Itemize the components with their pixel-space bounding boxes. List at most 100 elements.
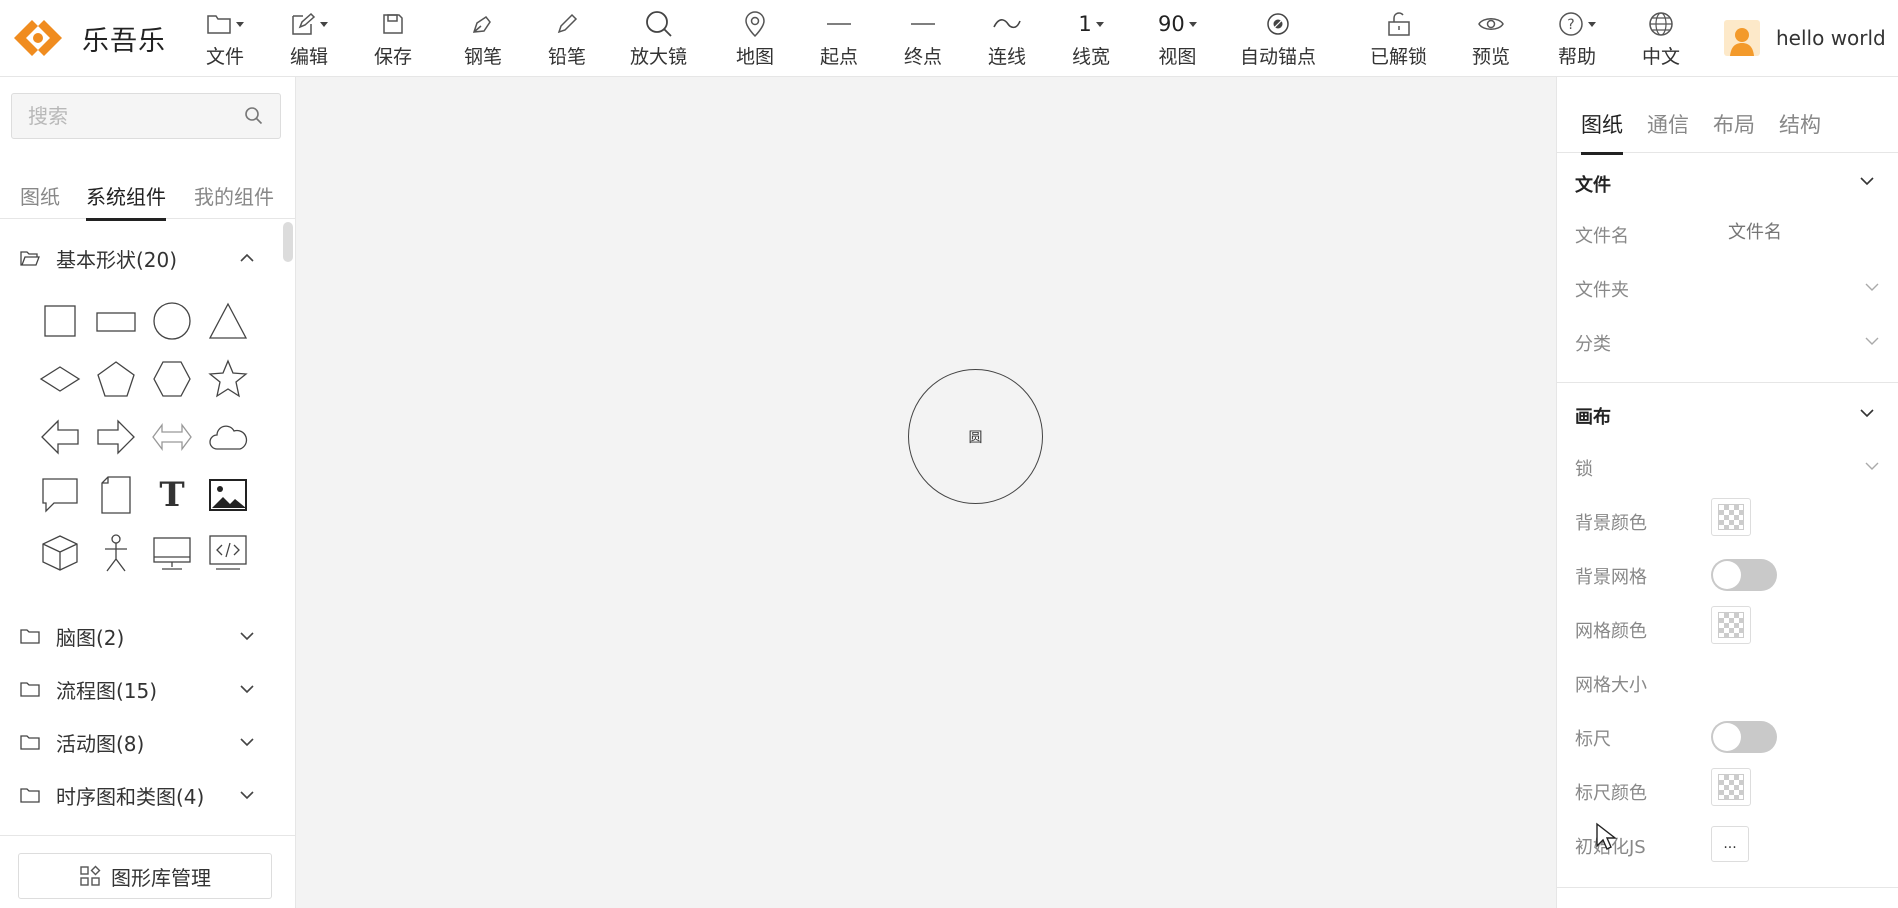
text-shape[interactable]: T <box>150 473 194 517</box>
pencil-label: 铅笔 <box>548 46 587 68</box>
magnifier-tool[interactable]: 放大镜 <box>630 10 687 69</box>
help-menu[interactable]: ? 帮助 <box>1558 10 1596 69</box>
bg-color-picker[interactable] <box>1711 498 1751 536</box>
language-menu[interactable]: 中文 <box>1642 10 1680 69</box>
rectangle-shape[interactable] <box>94 299 138 343</box>
file-shape[interactable] <box>94 473 138 517</box>
folder-select-chevron-icon[interactable] <box>1864 279 1880 295</box>
app-logo[interactable]: 乐吾乐 <box>8 12 166 64</box>
diamond-shape[interactable] <box>38 357 82 401</box>
category-flowchart[interactable]: 流程图(15) <box>20 674 270 704</box>
cube-shape[interactable] <box>38 531 82 575</box>
right-tabs: 图纸 通信 布局 结构 <box>1557 77 1898 155</box>
line-width-value: 1 <box>1078 10 1104 38</box>
left-arrow-shape[interactable] <box>38 415 82 459</box>
chevron-down-icon <box>240 632 254 641</box>
double-arrow-shape[interactable] <box>150 415 194 459</box>
category-sequence-class[interactable]: 时序图和类图(4) <box>20 780 270 810</box>
lock-toggle[interactable]: 已解锁 <box>1370 10 1427 69</box>
ruler-color-picker[interactable] <box>1711 768 1751 806</box>
pencil-tool[interactable]: 铅笔 <box>548 10 586 69</box>
save-icon <box>381 10 405 38</box>
connect-tool[interactable]: 连线 <box>988 10 1026 69</box>
chevron-down-icon <box>240 738 254 747</box>
chevron-up-icon <box>240 253 254 262</box>
grid-color-picker[interactable] <box>1711 606 1751 644</box>
mouse-cursor-icon <box>1596 822 1617 850</box>
search-icon[interactable] <box>244 106 264 130</box>
line-width-select[interactable]: 1 线宽 <box>1072 10 1110 69</box>
search-box <box>11 93 281 139</box>
category-label: 基本形状(20) <box>56 247 178 272</box>
user-menu[interactable]: hello world <box>1724 20 1886 56</box>
anchor-icon <box>1265 10 1291 38</box>
code-shape[interactable] <box>206 531 250 575</box>
preview-label: 预览 <box>1472 46 1511 68</box>
chevron-down-icon[interactable] <box>1858 404 1876 422</box>
category-mind-map[interactable]: 脑图(2) <box>20 621 270 651</box>
save-button[interactable]: 保存 <box>374 10 412 69</box>
category-select-chevron-icon[interactable] <box>1864 333 1880 349</box>
tab-drawing[interactable]: 图纸 <box>1581 109 1623 155</box>
line-width-label: 线宽 <box>1072 46 1111 68</box>
grid-icon <box>80 865 101 886</box>
file-section-title[interactable]: 文件 <box>1575 171 1611 197</box>
hexagon-shape[interactable] <box>150 357 194 401</box>
view-label: 视图 <box>1158 46 1197 68</box>
circle-node[interactable]: 圆 <box>908 369 1043 504</box>
app-name: 乐吾乐 <box>82 25 166 57</box>
divider <box>0 835 296 836</box>
svg-text:?: ? <box>1567 17 1574 33</box>
pencil-icon <box>555 10 579 38</box>
tab-drawings[interactable]: 图纸 <box>20 181 60 210</box>
right-arrow-shape[interactable] <box>94 415 138 459</box>
pen-tool[interactable]: 钢笔 <box>464 10 502 69</box>
search-input[interactable] <box>12 94 232 138</box>
end-arrow-tool[interactable]: 终点 <box>904 10 942 69</box>
edit-menu[interactable]: 编辑 <box>290 10 328 69</box>
auto-anchor-toggle[interactable]: 自动锚点 <box>1240 10 1316 69</box>
image-shape[interactable] <box>206 473 250 517</box>
triangle-shape[interactable] <box>206 299 250 343</box>
tab-communication[interactable]: 通信 <box>1647 109 1689 139</box>
lock-select-chevron-icon[interactable] <box>1864 458 1880 474</box>
init-js-button[interactable]: ... <box>1711 826 1749 862</box>
callout-shape[interactable] <box>38 473 82 517</box>
preview-button[interactable]: 预览 <box>1472 10 1510 69</box>
drawing-canvas[interactable]: 圆 <box>296 77 1556 908</box>
lock-label: 锁 <box>1575 459 1593 480</box>
language-label: 中文 <box>1642 46 1681 68</box>
chevron-down-icon[interactable] <box>1858 172 1876 190</box>
divider <box>1557 887 1898 888</box>
sidebar-scrollbar[interactable] <box>283 222 293 262</box>
category-activity[interactable]: 活动图(8) <box>20 727 270 757</box>
cloud-shape[interactable] <box>206 415 250 459</box>
divider <box>1557 382 1898 383</box>
star-shape[interactable] <box>206 357 250 401</box>
person-shape[interactable] <box>94 531 138 575</box>
tab-layout[interactable]: 布局 <box>1713 109 1755 139</box>
bg-grid-toggle[interactable] <box>1711 559 1777 591</box>
shape-library-button[interactable]: 图形库管理 <box>18 853 272 899</box>
square-shape[interactable] <box>38 299 82 343</box>
map-tool[interactable]: 地图 <box>736 10 774 69</box>
tab-my-components[interactable]: 我的组件 <box>194 181 274 210</box>
category-label: 流程图(15) <box>56 678 158 703</box>
canvas-section-title[interactable]: 画布 <box>1575 403 1611 429</box>
file-label: 文件 <box>206 46 245 68</box>
tab-system-components[interactable]: 系统组件 <box>86 181 166 221</box>
start-arrow-tool[interactable]: 起点 <box>820 10 858 69</box>
file-menu[interactable]: 文件 <box>206 10 244 69</box>
map-label: 地图 <box>736 46 775 68</box>
ruler-toggle[interactable] <box>1711 721 1777 753</box>
tab-structure[interactable]: 结构 <box>1779 109 1821 139</box>
category-basic-shapes[interactable]: 基本形状(20) <box>20 243 270 273</box>
circle-shape[interactable] <box>150 299 194 343</box>
pentagon-shape[interactable] <box>94 357 138 401</box>
folder-icon <box>20 682 40 697</box>
curve-line-icon <box>992 10 1022 38</box>
filename-input[interactable] <box>1722 215 1872 249</box>
save-label: 保存 <box>374 46 413 68</box>
view-select[interactable]: 90 视图 <box>1158 10 1197 69</box>
monitor-shape[interactable] <box>150 531 194 575</box>
